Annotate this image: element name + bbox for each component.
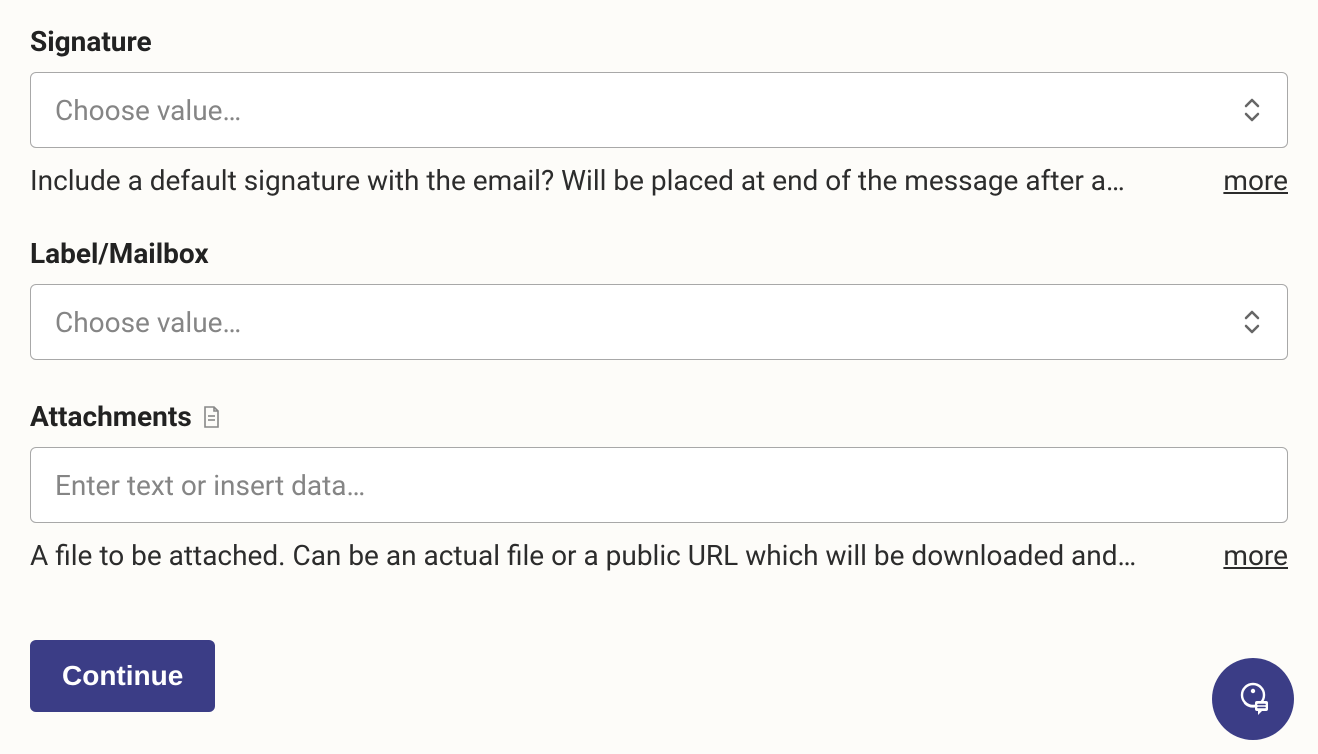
signature-select[interactable]: Choose value… [30,72,1288,148]
label-mailbox-label: Label/Mailbox [30,237,1288,270]
label-mailbox-select[interactable]: Choose value… [30,284,1288,360]
attachments-help-text: A file to be attached. Can be an actual … [30,539,1199,572]
signature-label-text: Signature [30,25,152,58]
support-fab[interactable] [1212,658,1294,740]
attachments-label: Attachments [30,400,1288,433]
label-mailbox-field-group: Label/Mailbox Choose value… [30,237,1288,360]
chevron-up-down-icon [1241,309,1263,335]
signature-more-link[interactable]: more [1223,164,1288,197]
attachments-more-link[interactable]: more [1223,539,1288,572]
attachments-label-text: Attachments [30,400,192,433]
continue-button[interactable]: Continue [30,640,215,712]
signature-label: Signature [30,25,1288,58]
signature-help-row: Include a default signature with the ema… [30,164,1288,197]
attachments-field-group: Attachments A file to be attached. Can b… [30,400,1288,572]
document-icon [202,406,220,428]
support-chat-icon [1233,677,1273,721]
label-mailbox-placeholder: Choose value… [55,306,241,339]
signature-help-text: Include a default signature with the ema… [30,164,1199,197]
signature-field-group: Signature Choose value… Include a defaul… [30,25,1288,197]
signature-placeholder: Choose value… [55,94,241,127]
attachments-help-row: A file to be attached. Can be an actual … [30,539,1288,572]
attachments-input[interactable] [30,447,1288,523]
chevron-up-down-icon [1241,97,1263,123]
label-mailbox-label-text: Label/Mailbox [30,237,209,270]
